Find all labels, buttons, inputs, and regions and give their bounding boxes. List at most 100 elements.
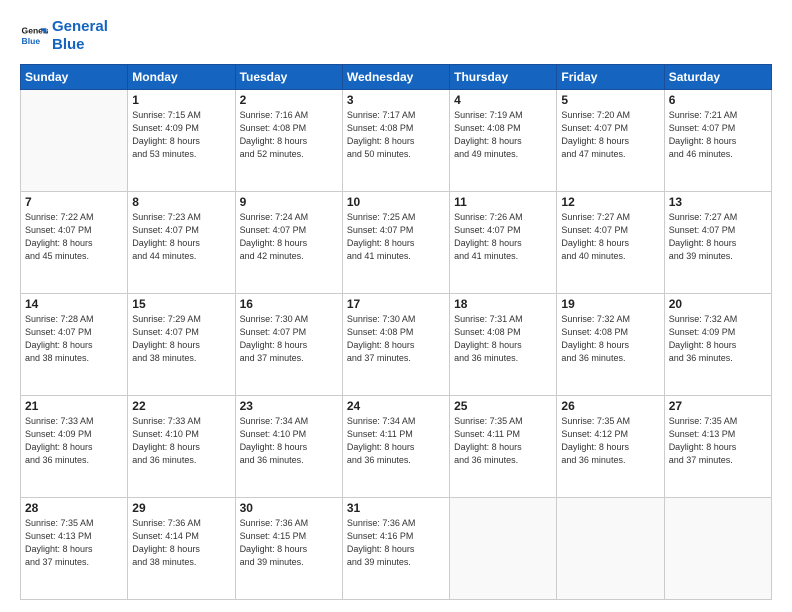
cell-info: Sunrise: 7:33 AMSunset: 4:10 PMDaylight:… <box>132 415 230 467</box>
week-row-4: 21Sunrise: 7:33 AMSunset: 4:09 PMDayligh… <box>21 396 772 498</box>
day-number: 23 <box>240 399 338 413</box>
weekday-header-row: SundayMondayTuesdayWednesdayThursdayFrid… <box>21 65 772 90</box>
calendar-cell: 24 Sunrise: 7:34 AMSunset: 4:11 PMDayligh… <box>342 396 449 498</box>
cell-info: Sunrise: 7:28 AMSunset: 4:07 PMDaylight:… <box>25 313 123 365</box>
cell-info: Sunrise: 7:24 AMSunset: 4:07 PMDaylight:… <box>240 211 338 263</box>
calendar-cell: 16 Sunrise: 7:30 AMSunset: 4:07 PMDayligh… <box>235 294 342 396</box>
cell-info: Sunrise: 7:35 AMSunset: 4:11 PMDaylight:… <box>454 415 552 467</box>
day-number: 10 <box>347 195 445 209</box>
week-row-1: 1 Sunrise: 7:15 AMSunset: 4:09 PMDaylight… <box>21 90 772 192</box>
day-number: 22 <box>132 399 230 413</box>
day-number: 6 <box>669 93 767 107</box>
calendar-cell: 7 Sunrise: 7:22 AMSunset: 4:07 PMDaylight… <box>21 192 128 294</box>
calendar-cell: 25Sunrise: 7:35 AMSunset: 4:11 PMDayligh… <box>450 396 557 498</box>
calendar-cell: 22 Sunrise: 7:33 AMSunset: 4:10 PMDayligh… <box>128 396 235 498</box>
cell-info: Sunrise: 7:21 AMSunset: 4:07 PMDaylight:… <box>669 109 767 161</box>
weekday-header-thursday: Thursday <box>450 65 557 90</box>
cell-info: Sunrise: 7:36 AMSunset: 4:16 PMDaylight:… <box>347 517 445 569</box>
calendar-cell: 13Sunrise: 7:27 AMSunset: 4:07 PMDayligh… <box>664 192 771 294</box>
cell-info: Sunrise: 7:27 AMSunset: 4:07 PMDaylight:… <box>561 211 659 263</box>
weekday-header-wednesday: Wednesday <box>342 65 449 90</box>
calendar-cell: 1 Sunrise: 7:15 AMSunset: 4:09 PMDaylight… <box>128 90 235 192</box>
day-number: 27 <box>669 399 767 413</box>
logo: General Blue GeneralBlue <box>20 18 108 54</box>
cell-info: Sunrise: 7:16 AMSunset: 4:08 PMDaylight:… <box>240 109 338 161</box>
calendar-cell: 12 Sunrise: 7:27 AMSunset: 4:07 PMDayligh… <box>557 192 664 294</box>
day-number: 8 <box>132 195 230 209</box>
cell-info: Sunrise: 7:25 AMSunset: 4:07 PMDaylight:… <box>347 211 445 263</box>
calendar-cell <box>557 498 664 600</box>
cell-info: Sunrise: 7:36 AMSunset: 4:14 PMDaylight:… <box>132 517 230 569</box>
day-number: 30 <box>240 501 338 515</box>
day-number: 14 <box>25 297 123 311</box>
day-number: 16 <box>240 297 338 311</box>
day-number: 7 <box>25 195 123 209</box>
weekday-header-sunday: Sunday <box>21 65 128 90</box>
day-number: 4 <box>454 93 552 107</box>
cell-info: Sunrise: 7:36 AMSunset: 4:15 PMDaylight:… <box>240 517 338 569</box>
calendar-cell: 2 Sunrise: 7:16 AMSunset: 4:08 PMDaylight… <box>235 90 342 192</box>
calendar-cell: 26Sunrise: 7:35 AMSunset: 4:12 PMDayligh… <box>557 396 664 498</box>
calendar-cell: 31 Sunrise: 7:36 AMSunset: 4:16 PMDayligh… <box>342 498 449 600</box>
cell-info: Sunrise: 7:27 AMSunset: 4:07 PMDaylight:… <box>669 211 767 263</box>
calendar-cell: 20 Sunrise: 7:32 AMSunset: 4:09 PMDayligh… <box>664 294 771 396</box>
cell-info: Sunrise: 7:32 AMSunset: 4:09 PMDaylight:… <box>669 313 767 365</box>
day-number: 29 <box>132 501 230 515</box>
logo-text: GeneralBlue <box>52 18 108 54</box>
calendar-cell: 15 Sunrise: 7:29 AMSunset: 4:07 PMDayligh… <box>128 294 235 396</box>
calendar-cell: 3Sunrise: 7:17 AMSunset: 4:08 PMDaylight… <box>342 90 449 192</box>
week-row-5: 28 Sunrise: 7:35 AMSunset: 4:13 PMDayligh… <box>21 498 772 600</box>
calendar-cell: 6 Sunrise: 7:21 AMSunset: 4:07 PMDaylight… <box>664 90 771 192</box>
weekday-header-saturday: Saturday <box>664 65 771 90</box>
cell-info: Sunrise: 7:32 AMSunset: 4:08 PMDaylight:… <box>561 313 659 365</box>
calendar-cell <box>664 498 771 600</box>
cell-info: Sunrise: 7:31 AMSunset: 4:08 PMDaylight:… <box>454 313 552 365</box>
day-number: 19 <box>561 297 659 311</box>
cell-info: Sunrise: 7:30 AMSunset: 4:07 PMDaylight:… <box>240 313 338 365</box>
calendar-cell <box>21 90 128 192</box>
day-number: 28 <box>25 501 123 515</box>
cell-info: Sunrise: 7:34 AMSunset: 4:10 PMDaylight:… <box>240 415 338 467</box>
logo-icon: General Blue <box>20 22 48 50</box>
weekday-header-friday: Friday <box>557 65 664 90</box>
cell-info: Sunrise: 7:34 AMSunset: 4:11 PMDaylight:… <box>347 415 445 467</box>
calendar-cell: 10 Sunrise: 7:25 AMSunset: 4:07 PMDayligh… <box>342 192 449 294</box>
day-number: 24 <box>347 399 445 413</box>
calendar-cell <box>450 498 557 600</box>
calendar-cell: 5Sunrise: 7:20 AMSunset: 4:07 PMDaylight… <box>557 90 664 192</box>
cell-info: Sunrise: 7:26 AMSunset: 4:07 PMDaylight:… <box>454 211 552 263</box>
day-number: 17 <box>347 297 445 311</box>
calendar-cell: 19 Sunrise: 7:32 AMSunset: 4:08 PMDayligh… <box>557 294 664 396</box>
day-number: 20 <box>669 297 767 311</box>
calendar-cell: 27 Sunrise: 7:35 AMSunset: 4:13 PMDayligh… <box>664 396 771 498</box>
day-number: 1 <box>132 93 230 107</box>
weekday-header-monday: Monday <box>128 65 235 90</box>
header: General Blue GeneralBlue <box>20 18 772 54</box>
day-number: 15 <box>132 297 230 311</box>
cell-info: Sunrise: 7:35 AMSunset: 4:13 PMDaylight:… <box>25 517 123 569</box>
cell-info: Sunrise: 7:19 AMSunset: 4:08 PMDaylight:… <box>454 109 552 161</box>
day-number: 11 <box>454 195 552 209</box>
calendar-cell: 28 Sunrise: 7:35 AMSunset: 4:13 PMDayligh… <box>21 498 128 600</box>
day-number: 5 <box>561 93 659 107</box>
calendar-cell: 23 Sunrise: 7:34 AMSunset: 4:10 PMDayligh… <box>235 396 342 498</box>
cell-info: Sunrise: 7:23 AMSunset: 4:07 PMDaylight:… <box>132 211 230 263</box>
svg-text:Blue: Blue <box>22 36 41 46</box>
calendar-cell: 9 Sunrise: 7:24 AMSunset: 4:07 PMDaylight… <box>235 192 342 294</box>
day-number: 31 <box>347 501 445 515</box>
day-number: 12 <box>561 195 659 209</box>
calendar-cell: 11 Sunrise: 7:26 AMSunset: 4:07 PMDayligh… <box>450 192 557 294</box>
cell-info: Sunrise: 7:35 AMSunset: 4:13 PMDaylight:… <box>669 415 767 467</box>
calendar-cell: 29 Sunrise: 7:36 AMSunset: 4:14 PMDayligh… <box>128 498 235 600</box>
calendar-cell: 17Sunrise: 7:30 AMSunset: 4:08 PMDayligh… <box>342 294 449 396</box>
day-number: 18 <box>454 297 552 311</box>
day-number: 9 <box>240 195 338 209</box>
calendar-table: SundayMondayTuesdayWednesdayThursdayFrid… <box>20 64 772 600</box>
cell-info: Sunrise: 7:15 AMSunset: 4:09 PMDaylight:… <box>132 109 230 161</box>
calendar-cell: 21Sunrise: 7:33 AMSunset: 4:09 PMDayligh… <box>21 396 128 498</box>
day-number: 2 <box>240 93 338 107</box>
calendar-cell: 8 Sunrise: 7:23 AMSunset: 4:07 PMDaylight… <box>128 192 235 294</box>
cell-info: Sunrise: 7:22 AMSunset: 4:07 PMDaylight:… <box>25 211 123 263</box>
cell-info: Sunrise: 7:29 AMSunset: 4:07 PMDaylight:… <box>132 313 230 365</box>
day-number: 21 <box>25 399 123 413</box>
